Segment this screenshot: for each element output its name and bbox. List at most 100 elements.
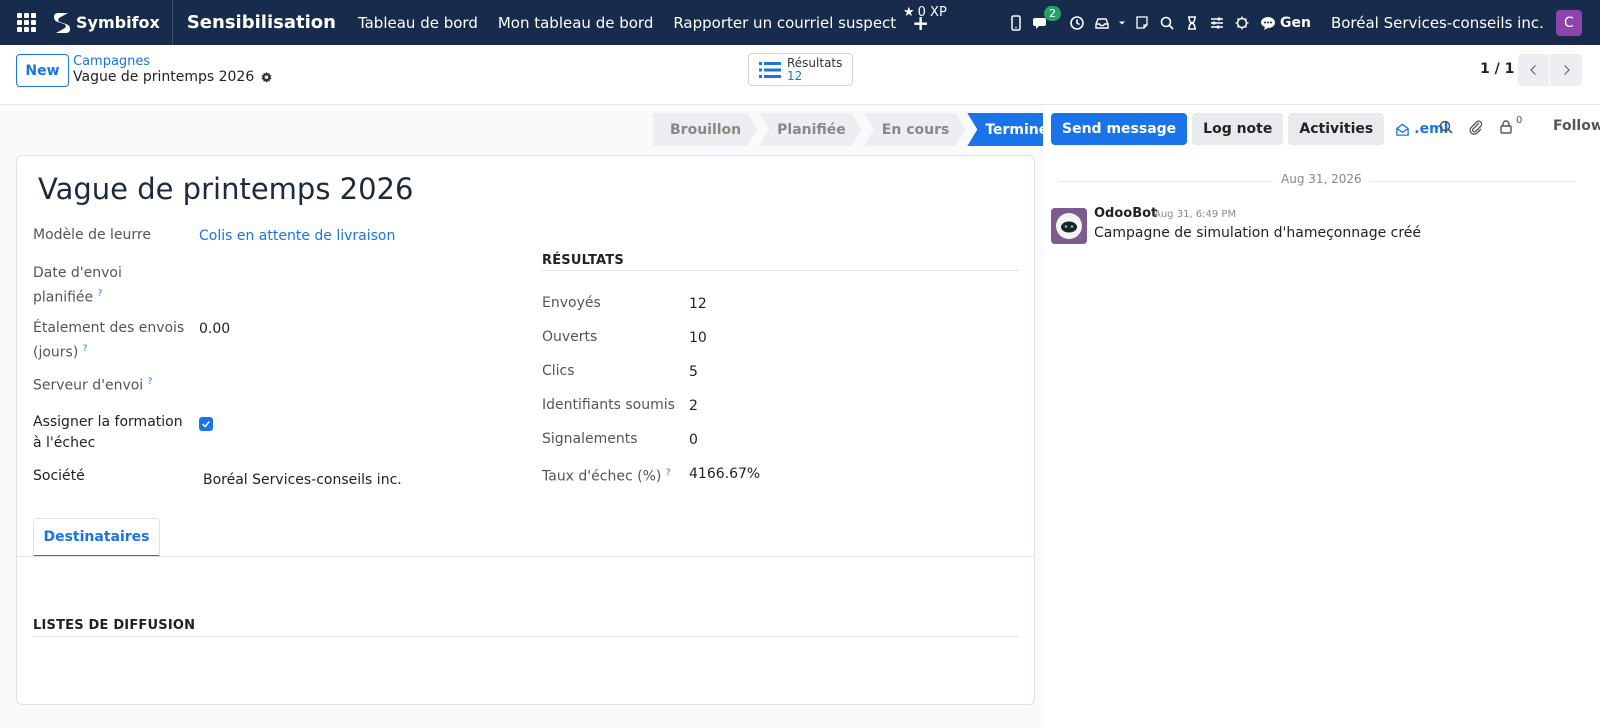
- assign-training-label-line1: Assigner la formation: [33, 414, 183, 430]
- caret-down-icon[interactable]: [1116, 12, 1128, 34]
- spread-days-label-line2: (jours): [33, 344, 79, 361]
- list-icon: [759, 61, 781, 78]
- chevron-right-icon: [1564, 65, 1570, 75]
- search-icon[interactable]: [1156, 12, 1178, 34]
- inbox-icon[interactable]: [1091, 12, 1113, 34]
- pager-value[interactable]: 1 / 1: [1480, 61, 1514, 77]
- messages-icon[interactable]: 2: [1030, 5, 1061, 34]
- bug-icon[interactable]: [1231, 12, 1253, 34]
- search-messages-icon[interactable]: [1438, 119, 1454, 135]
- chatter-panel: Send message Log note Activities .eml 0 …: [1043, 105, 1600, 728]
- results-section-divider: [542, 270, 1019, 271]
- results-smart-button[interactable]: Résultats 12: [748, 53, 853, 86]
- new-button[interactable]: New: [16, 54, 69, 87]
- result-label-credentials: Identifiants soumis: [542, 397, 675, 413]
- lure-template-value[interactable]: Colis en attente de livraison: [199, 228, 395, 244]
- followers-count: 0: [1516, 115, 1523, 126]
- chevron-left-icon: [1529, 65, 1536, 75]
- form-sheet: Vague de printemps 2026 Modèle de leurre…: [16, 155, 1035, 705]
- result-label-opened: Ouverts: [542, 329, 598, 345]
- brand[interactable]: Symbifox: [52, 0, 173, 45]
- record-title[interactable]: Vague de printemps 2026: [38, 172, 413, 206]
- pager-buttons: [1518, 54, 1582, 86]
- help-tooltip-icon[interactable]: ?: [148, 377, 153, 387]
- messages-badge: 2: [1044, 5, 1061, 21]
- company-value[interactable]: Boréal Services-conseils inc.: [203, 472, 402, 488]
- brand-name: Symbifox: [76, 13, 160, 32]
- result-label-reports: Signalements: [542, 431, 638, 447]
- result-value-clicks: 5: [689, 364, 698, 380]
- pager-previous-button[interactable]: [1518, 54, 1550, 86]
- odoobot-avatar[interactable]: [1051, 208, 1087, 244]
- breadcrumb-campaigns-link[interactable]: Campagnes: [73, 54, 150, 69]
- planned-date-label: Date d'envoi planifiée ?: [33, 263, 122, 309]
- mailing-lists-section-title: LISTES DE DIFFUSION: [33, 618, 196, 633]
- systray: 2 Gen Boréal Services-conseils inc. C: [1005, 0, 1582, 45]
- clock-icon[interactable]: [1066, 12, 1088, 34]
- menu-item-my-dashboard[interactable]: Mon tableau de bord: [488, 14, 664, 32]
- help-tooltip-icon[interactable]: ?: [83, 344, 88, 354]
- assign-training-label: Assigner la formation à l'échec: [33, 412, 183, 454]
- main-menu: Tableau de bord Mon tableau de bord Rapp…: [348, 14, 906, 32]
- robot-icon: [1051, 208, 1087, 244]
- planned-date-label-line1: Date d'envoi: [33, 265, 122, 281]
- result-label-failure-rate: Taux d'échec (%) ?: [542, 463, 671, 488]
- gen-assistant-button[interactable]: Gen: [1260, 15, 1311, 31]
- planned-date-label-line2: planifiée: [33, 289, 94, 306]
- chatter-toolbar: Send message Log note Activities .eml: [1051, 113, 1448, 145]
- apps-grid-icon: [16, 13, 36, 32]
- result-value-sent: 12: [689, 296, 707, 312]
- date-separator: Aug 31, 2026: [1273, 172, 1370, 186]
- results-smart-value: 12: [787, 69, 803, 83]
- mail-server-label-text: Serveur d'envoi: [33, 377, 144, 394]
- help-tooltip-icon[interactable]: ?: [666, 468, 671, 478]
- menu-item-report-suspicious-email[interactable]: Rapporter un courriel suspect: [663, 14, 906, 32]
- control-panel: New Campagnes Vague de printemps 2026 Ré…: [0, 45, 1600, 105]
- lock-icon: [1500, 120, 1512, 134]
- hourglass-icon[interactable]: [1181, 12, 1203, 34]
- apps-menu-button[interactable]: [0, 0, 52, 45]
- stage-planifiee[interactable]: Planifiée: [759, 113, 862, 146]
- xp-value: 0 XP: [917, 5, 947, 20]
- result-value-reports: 0: [689, 432, 698, 448]
- stage-brouillon[interactable]: Brouillon: [653, 113, 757, 146]
- assign-training-checkbox[interactable]: [199, 417, 213, 431]
- stage-en-cours[interactable]: En cours: [864, 113, 966, 146]
- breadcrumb-current-label: Vague de printemps 2026: [73, 69, 255, 85]
- followers-button[interactable]: 0: [1498, 115, 1522, 135]
- result-value-opened: 10: [689, 330, 707, 346]
- xp-counter[interactable]: ★ 0 XP: [903, 5, 947, 20]
- menu-item-dashboard[interactable]: Tableau de bord: [348, 14, 488, 32]
- failure-rate-label-text: Taux d'échec (%): [542, 468, 662, 485]
- sticky-note-icon[interactable]: [1131, 12, 1153, 34]
- top-navbar: Symbifox Sensibilisation Tableau de bord…: [0, 0, 1600, 45]
- message-author[interactable]: OdooBot: [1094, 206, 1157, 221]
- paperclip-icon[interactable]: [1468, 119, 1484, 135]
- log-note-button[interactable]: Log note: [1192, 113, 1284, 145]
- company-switcher[interactable]: Boréal Services-conseils inc.: [1331, 14, 1544, 32]
- chat-bubble-icon: [1261, 16, 1275, 30]
- follow-button[interactable]: Follow: [1553, 118, 1600, 134]
- spread-days-value[interactable]: 0.00: [199, 321, 230, 337]
- activities-button[interactable]: Activities: [1288, 113, 1385, 145]
- send-message-button[interactable]: Send message: [1051, 113, 1188, 145]
- gear-icon[interactable]: [260, 71, 273, 84]
- pager-next-button[interactable]: [1550, 54, 1582, 86]
- assign-training-label-line2: à l'échec: [33, 435, 96, 451]
- sliders-icon[interactable]: [1206, 12, 1228, 34]
- result-label-clicks: Clics: [542, 363, 575, 379]
- results-section-title: RÉSULTATS: [542, 253, 624, 268]
- spread-days-label-line1: Étalement des envois: [33, 320, 185, 336]
- result-label-sent: Envoyés: [542, 295, 601, 311]
- help-tooltip-icon[interactable]: ?: [98, 289, 103, 299]
- result-value-failure-rate: 4166.67%: [689, 466, 761, 482]
- star-icon: ★: [903, 5, 915, 20]
- mailing-lists-divider: [33, 636, 1019, 637]
- app-title[interactable]: Sensibilisation: [187, 12, 336, 33]
- check-icon: [202, 421, 210, 428]
- user-avatar[interactable]: C: [1555, 9, 1582, 36]
- mobile-icon[interactable]: [1005, 12, 1027, 34]
- tab-recipients[interactable]: Destinataires: [33, 518, 160, 557]
- status-bar: Brouillon Planifiée En cours Terminée: [653, 113, 1077, 146]
- message-time: Aug 31, 6:49 PM: [1154, 209, 1237, 220]
